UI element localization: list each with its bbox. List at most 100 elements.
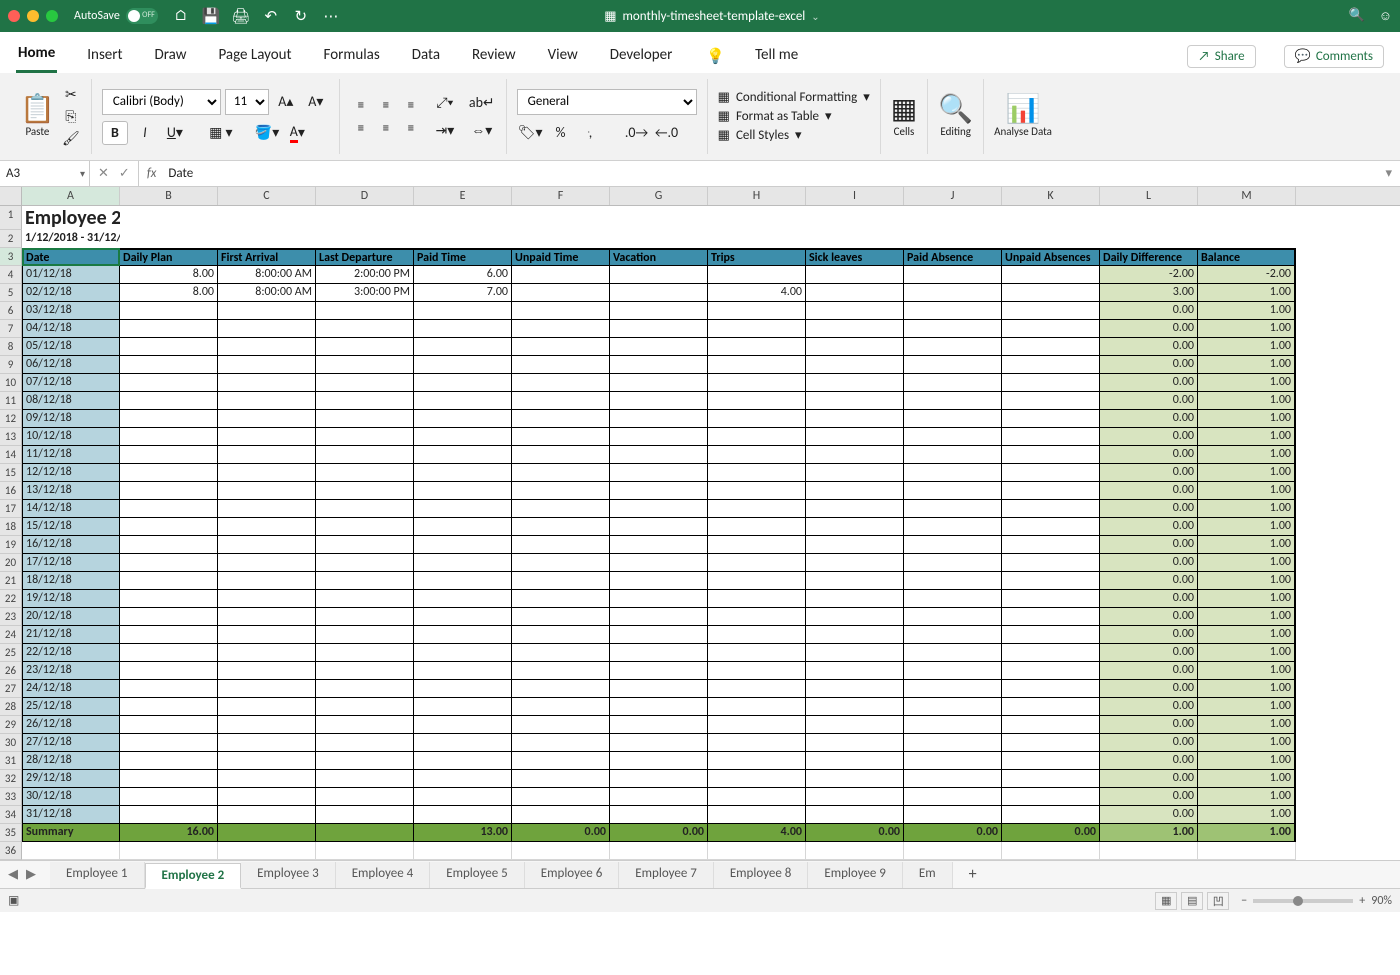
cell[interactable]: 11/12/18	[22, 446, 120, 464]
maximize-window-icon[interactable]	[46, 10, 58, 22]
cell[interactable]	[414, 554, 512, 572]
cell[interactable]	[708, 644, 806, 662]
cell[interactable]: Unpaid Absences	[1002, 248, 1100, 266]
cell[interactable]	[120, 680, 218, 698]
cell[interactable]	[316, 590, 414, 608]
cell[interactable]	[904, 698, 1002, 716]
cell[interactable]	[414, 734, 512, 752]
cell[interactable]: 30/12/18	[22, 788, 120, 806]
cell[interactable]	[316, 500, 414, 518]
cell[interactable]	[512, 284, 610, 302]
cell[interactable]	[904, 464, 1002, 482]
cell[interactable]	[1002, 338, 1100, 356]
cell[interactable]: 1.00	[1198, 356, 1296, 374]
cell[interactable]	[512, 554, 610, 572]
cell[interactable]: 1.00	[1198, 752, 1296, 770]
cell[interactable]	[218, 338, 316, 356]
cell[interactable]	[806, 356, 904, 374]
cell[interactable]	[904, 842, 1002, 860]
align-mid-icon[interactable]: ≡	[375, 95, 397, 115]
cell[interactable]: 0.00	[1100, 680, 1198, 698]
cell[interactable]	[1002, 266, 1100, 284]
row-header[interactable]: 22	[0, 590, 22, 608]
cell[interactable]: 0.00	[1100, 608, 1198, 626]
cell[interactable]	[1002, 500, 1100, 518]
cell[interactable]	[120, 446, 218, 464]
cell[interactable]	[218, 680, 316, 698]
cell[interactable]: 1.00	[1198, 716, 1296, 734]
cell[interactable]	[120, 356, 218, 374]
cell[interactable]	[806, 536, 904, 554]
align-bot-icon[interactable]: ≡	[400, 95, 422, 115]
column-header[interactable]: M	[1198, 187, 1296, 205]
cell[interactable]	[414, 806, 512, 824]
cell[interactable]	[316, 518, 414, 536]
cell[interactable]	[610, 608, 708, 626]
row-header[interactable]: 20	[0, 554, 22, 572]
cell[interactable]	[610, 266, 708, 284]
cell[interactable]: Daily Difference	[1100, 248, 1198, 266]
cell[interactable]	[806, 716, 904, 734]
cell[interactable]	[414, 374, 512, 392]
cell[interactable]: 1.00	[1198, 302, 1296, 320]
cell[interactable]	[610, 590, 708, 608]
select-all-corner[interactable]	[0, 187, 22, 205]
cell[interactable]	[904, 716, 1002, 734]
cell[interactable]	[806, 698, 904, 716]
cell[interactable]	[316, 320, 414, 338]
analyse-button[interactable]: 📊Analyse Data	[994, 95, 1052, 138]
cell[interactable]: 02/12/18	[22, 284, 120, 302]
cell[interactable]: 1.00	[1198, 536, 1296, 554]
cell[interactable]	[1002, 482, 1100, 500]
row-header[interactable]: 29	[0, 716, 22, 734]
cell[interactable]	[512, 716, 610, 734]
cell[interactable]: 1.00	[1198, 770, 1296, 788]
cell[interactable]	[414, 698, 512, 716]
cell[interactable]	[610, 680, 708, 698]
cell[interactable]: 1.00	[1198, 806, 1296, 824]
cell[interactable]: 1.00	[1198, 698, 1296, 716]
cell[interactable]	[316, 446, 414, 464]
cell[interactable]	[1002, 320, 1100, 338]
cell[interactable]	[708, 608, 806, 626]
cell[interactable]	[414, 206, 512, 230]
cell[interactable]: 0.00	[1100, 590, 1198, 608]
cell[interactable]: 0.00	[1100, 338, 1198, 356]
cell[interactable]: 1.00	[1198, 464, 1296, 482]
cell[interactable]	[120, 410, 218, 428]
cell[interactable]	[120, 716, 218, 734]
cell[interactable]	[806, 464, 904, 482]
ribbon-tab-page-layout[interactable]: Page Layout	[217, 42, 294, 72]
expand-formula-icon[interactable]: ▾	[1377, 166, 1400, 181]
cell[interactable]	[316, 230, 414, 248]
cell[interactable]	[904, 680, 1002, 698]
cell[interactable]: 1.00	[1198, 410, 1296, 428]
cell[interactable]	[904, 590, 1002, 608]
ribbon-tab-insert[interactable]: Insert	[85, 42, 124, 72]
cell[interactable]: 1.00	[1198, 338, 1296, 356]
cells-button[interactable]: ▦Cells	[891, 95, 917, 138]
cell[interactable]	[904, 644, 1002, 662]
cell[interactable]	[610, 806, 708, 824]
cell[interactable]	[218, 590, 316, 608]
cell[interactable]	[806, 374, 904, 392]
cell[interactable]	[316, 392, 414, 410]
font-name-select[interactable]: Calibri (Body)	[102, 89, 221, 115]
cell[interactable]: 1.00	[1198, 500, 1296, 518]
cell[interactable]: 16/12/18	[22, 536, 120, 554]
sheet-tab[interactable]: Em	[903, 862, 953, 888]
cell[interactable]: 0.00	[806, 824, 904, 842]
cell[interactable]	[218, 302, 316, 320]
cell[interactable]: 1.00	[1198, 680, 1296, 698]
cell[interactable]: Date	[22, 248, 120, 266]
cell[interactable]	[120, 788, 218, 806]
cell[interactable]: 1.00	[1100, 824, 1198, 842]
cell[interactable]	[316, 428, 414, 446]
align-right-icon[interactable]: ≡	[400, 118, 422, 138]
cell[interactable]	[806, 500, 904, 518]
cell[interactable]	[414, 536, 512, 554]
cell[interactable]	[512, 734, 610, 752]
cell[interactable]	[708, 374, 806, 392]
cell[interactable]: 16.00	[120, 824, 218, 842]
cell[interactable]	[316, 698, 414, 716]
